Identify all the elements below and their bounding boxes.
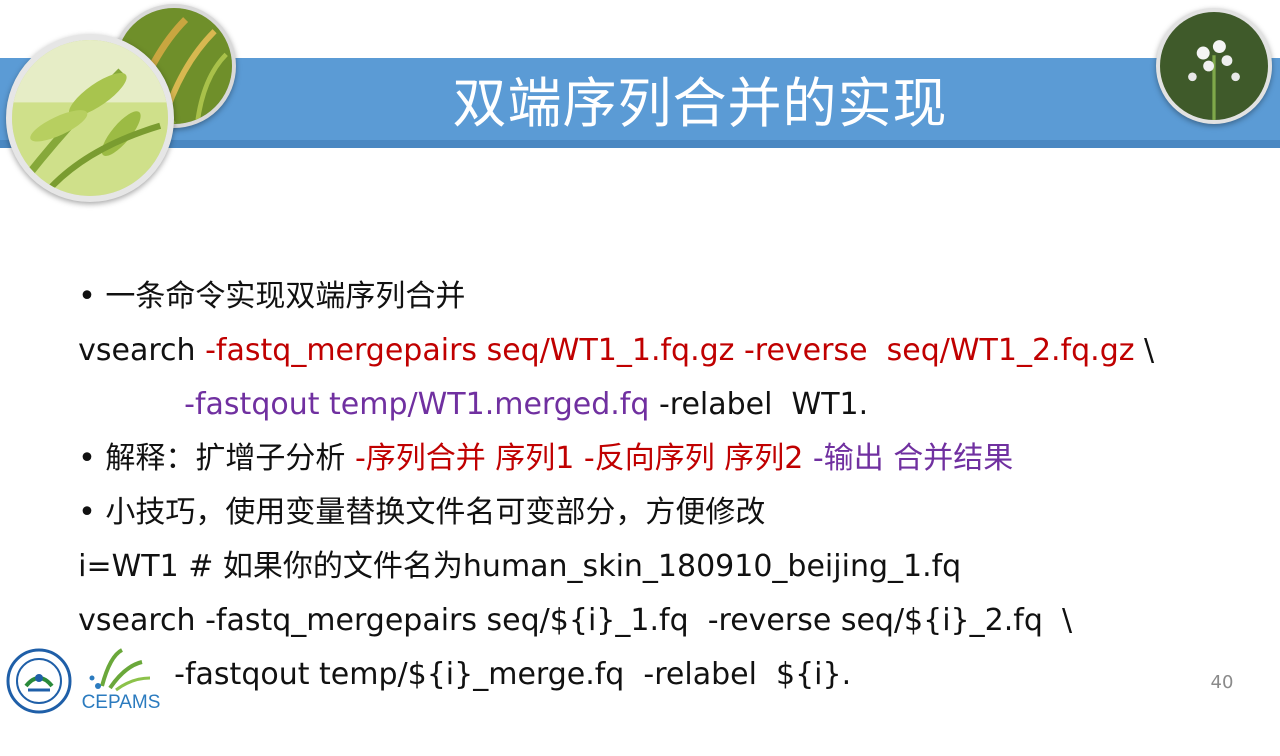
text-segment: \ <box>1134 333 1155 368</box>
text-segment-purple: -fastqout temp/WT1.merged.fq <box>184 387 650 422</box>
bullet-one-command: • 一条命令实现双端序列合并 <box>40 216 1260 314</box>
text-segment: -relabel WT1. <box>649 387 869 422</box>
text-segment: vsearch <box>78 333 206 368</box>
institute-seal-icon <box>6 648 72 714</box>
text-segment-red: -序列合并 序列1 -反向序列 序列2 <box>354 441 804 476</box>
text-segment-purple: -输出 合并结果 <box>803 441 1014 476</box>
text-segment-red: -fastq_mergepairs seq/WT1_1.fq.gz -rever… <box>205 333 1135 368</box>
slide-title: 双端序列合并的实现 <box>452 72 948 135</box>
slide-body: • 一条命令实现双端序列合并 vsearch -fastq_mergepairs… <box>40 216 1260 692</box>
cepams-logo-text: CEPAMS <box>81 692 161 713</box>
text-segment: • 解释：扩增子分析 <box>78 441 355 476</box>
text-segment: vsearch -fastq_mergepairs seq/${i}_1.fq … <box>78 603 1073 638</box>
wheat-photo <box>6 34 174 202</box>
text-segment: • 一条命令实现双端序列合并 <box>78 279 466 314</box>
text-segment: • 小技巧，使用变量替换文件名可变部分，方便修改 <box>78 495 766 530</box>
page-number: 40 <box>1210 672 1234 693</box>
text-segment: i=WT1 # 如果你的文件名为human_skin_180910_beijin… <box>78 549 962 584</box>
text-segment: -fastqout temp/${i}_merge.fq -relabel ${… <box>174 657 852 692</box>
white-flower-photo <box>1156 8 1272 124</box>
